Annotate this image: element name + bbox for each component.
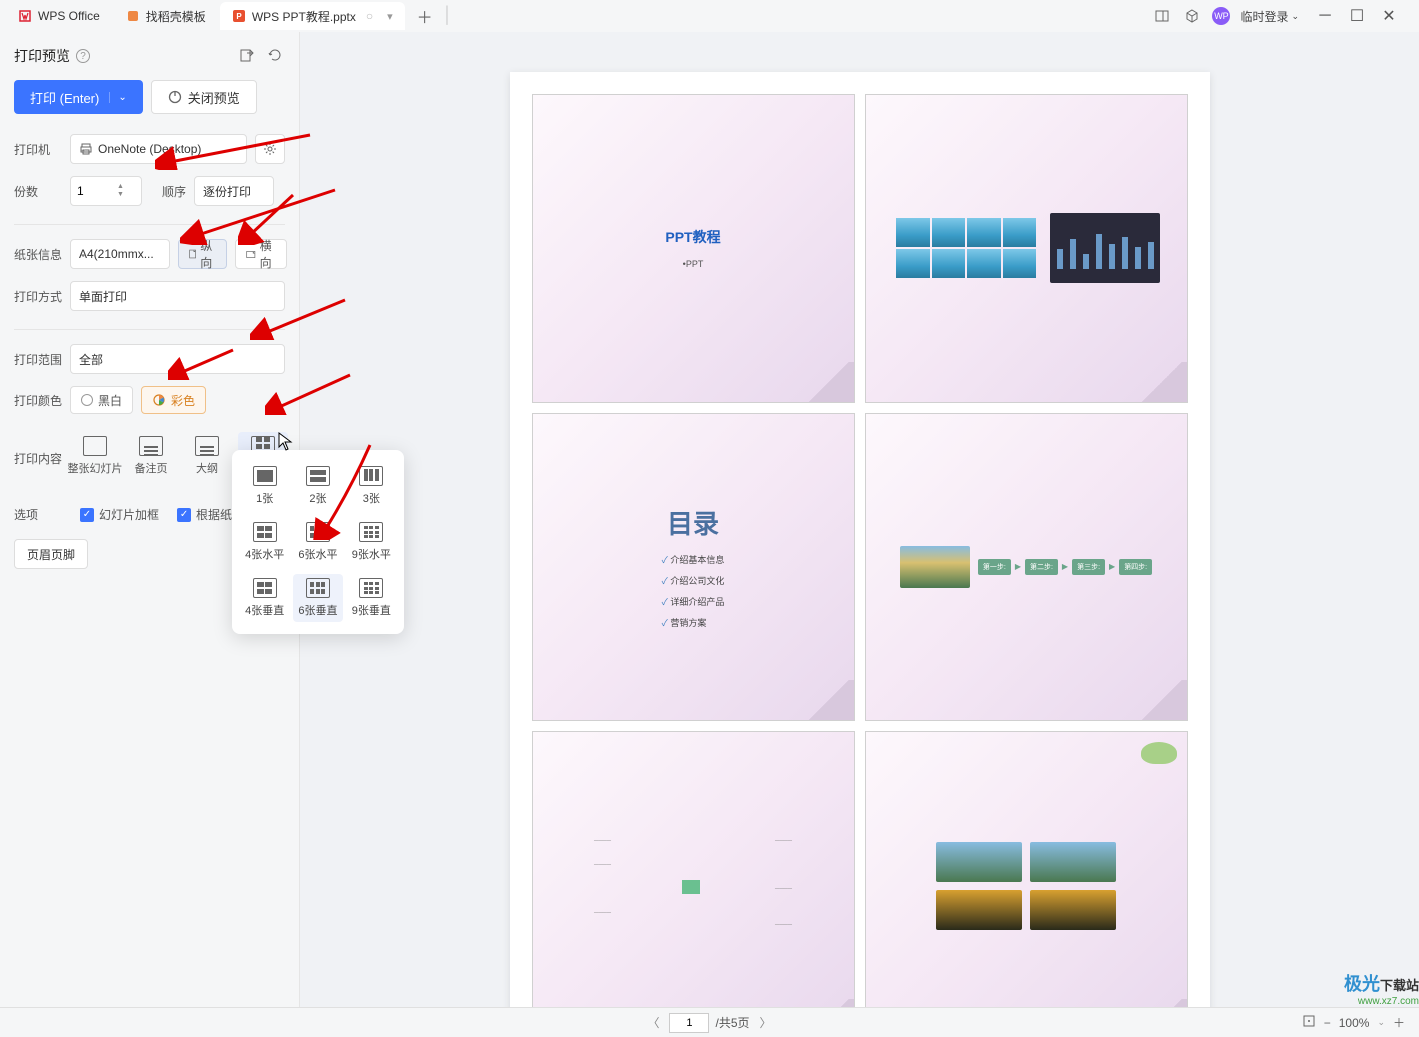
tab-bar: WPS Office 找稻壳模板 P WPS PPT教程.pptx ○ ▾ ＋ … bbox=[0, 0, 1419, 32]
content-outline[interactable]: 大纲 bbox=[182, 432, 232, 480]
layout-2[interactable]: 2张 bbox=[293, 462, 342, 510]
layout-9v[interactable]: 9张垂直 bbox=[347, 574, 396, 622]
slide-thumb: 第一步:▶第二步:▶第三步:▶第四步: bbox=[865, 413, 1188, 722]
copies-label: 份数 bbox=[14, 183, 62, 200]
layout-9h[interactable]: 9张水平 bbox=[347, 518, 396, 566]
tab-dirty-icon: ○ bbox=[366, 9, 373, 23]
refresh-icon[interactable] bbox=[267, 47, 285, 65]
layout-popup: 1张 2张 3张 4张水平 6张水平 9张水平 4张垂直 6张垂直 9张垂直 bbox=[232, 450, 404, 634]
layout-6h[interactable]: 6张水平 bbox=[293, 518, 342, 566]
range-label: 打印范围 bbox=[14, 351, 62, 368]
printer-select[interactable]: OneNote (Desktop)⌄ bbox=[70, 134, 247, 164]
slide-thumb: 目录 介绍基本信息介绍公司文化详细介绍产品营销方案 bbox=[532, 413, 855, 722]
order-label: 顺序 bbox=[162, 183, 186, 200]
spin-up-icon[interactable]: ▲ bbox=[117, 183, 124, 191]
layout-6v[interactable]: 6张垂直 bbox=[293, 574, 342, 622]
content-full-slide[interactable]: 整张幻灯片 bbox=[70, 432, 120, 480]
printer-label: 打印机 bbox=[14, 141, 62, 158]
export-icon[interactable] bbox=[239, 47, 257, 65]
print-button[interactable]: 打印 (Enter)⌄ bbox=[14, 80, 143, 114]
sidebar-title: 打印预览 bbox=[14, 46, 70, 66]
layout-4h[interactable]: 4张水平 bbox=[240, 518, 289, 566]
avatar[interactable]: WP bbox=[1212, 7, 1230, 25]
bw-radio[interactable]: 黑白 bbox=[70, 386, 133, 414]
close-button[interactable]: ✕ bbox=[1373, 4, 1405, 28]
tab-wps-home[interactable]: WPS Office bbox=[6, 2, 112, 30]
spin-down-icon[interactable]: ▼ bbox=[117, 191, 124, 199]
content-notes[interactable]: 备注页 bbox=[126, 432, 176, 480]
watermark: 极光极光下载站下载站 www.xz7.com bbox=[1344, 970, 1419, 1007]
tab-label: WPS Office bbox=[38, 9, 100, 23]
tab-template[interactable]: 找稻壳模板 bbox=[114, 2, 218, 30]
ppt-icon: P bbox=[232, 9, 246, 23]
close-preview-button[interactable]: 关闭预览 bbox=[151, 80, 257, 114]
preview-area: PPT教程 •PPT 目录 介绍基本信息介绍公司文化详细介绍产品营销方案 第一步… bbox=[300, 32, 1419, 1007]
mode-label: 打印方式 bbox=[14, 288, 62, 305]
svg-text:P: P bbox=[236, 12, 242, 21]
landscape-icon bbox=[246, 249, 256, 260]
maximize-button[interactable]: ☐ bbox=[1341, 4, 1373, 28]
close-icon[interactable]: ▾ bbox=[387, 10, 393, 23]
color-wheel-icon bbox=[152, 393, 166, 407]
color-radio[interactable]: 彩色 bbox=[141, 386, 206, 414]
order-select[interactable]: 逐份打印⌄ bbox=[194, 176, 274, 206]
printer-icon bbox=[79, 142, 93, 156]
range-select[interactable]: 全部⌄ bbox=[70, 344, 285, 374]
template-icon bbox=[126, 9, 140, 23]
zoom-in-button[interactable]: ＋ bbox=[1393, 1014, 1405, 1031]
panel-icon[interactable] bbox=[1152, 6, 1172, 26]
frame-checkbox[interactable]: ✓幻灯片加框 bbox=[80, 506, 159, 523]
header-footer-button[interactable]: 页眉页脚 bbox=[14, 539, 88, 569]
portrait-icon bbox=[189, 247, 196, 261]
portrait-button[interactable]: 纵向 bbox=[178, 239, 227, 269]
color-label: 打印颜色 bbox=[14, 392, 62, 409]
page-next-button[interactable]: 〉 bbox=[756, 1014, 776, 1031]
new-tab-button[interactable]: ＋ bbox=[413, 4, 437, 28]
printer-settings-button[interactable] bbox=[255, 134, 285, 164]
layout-1[interactable]: 1张 bbox=[240, 462, 289, 510]
print-sheet: PPT教程 •PPT 目录 介绍基本信息介绍公司文化详细介绍产品营销方案 第一步… bbox=[510, 72, 1210, 1007]
zoom-out-button[interactable]: − bbox=[1324, 1016, 1331, 1030]
paper-select[interactable]: A4(210mmx...⌄ bbox=[70, 239, 170, 269]
tab-divider-icon: │ bbox=[443, 7, 453, 25]
slide-thumb: PPT教程 •PPT bbox=[532, 94, 855, 403]
fit-screen-icon[interactable] bbox=[1302, 1014, 1316, 1031]
mode-select[interactable]: 单面打印⌄ bbox=[70, 281, 285, 311]
tab-file[interactable]: P WPS PPT教程.pptx ○ ▾ bbox=[220, 2, 405, 30]
options-label: 选项 bbox=[14, 506, 62, 523]
landscape-button[interactable]: 横向 bbox=[235, 239, 287, 269]
layout-4v[interactable]: 4张垂直 bbox=[240, 574, 289, 622]
content-label: 打印内容 bbox=[14, 432, 62, 467]
layout-3[interactable]: 3张 bbox=[347, 462, 396, 510]
paper-label: 纸张信息 bbox=[14, 246, 62, 263]
chevron-down-icon[interactable]: ⌄ bbox=[109, 92, 126, 103]
slide-thumb bbox=[865, 94, 1188, 403]
cube-icon[interactable] bbox=[1182, 6, 1202, 26]
copies-input[interactable]: ▲▼ bbox=[70, 176, 142, 206]
page-total: /共5页 bbox=[715, 1014, 749, 1031]
gear-icon bbox=[263, 142, 277, 156]
tab-label: 找稻壳模板 bbox=[146, 8, 206, 25]
wps-icon bbox=[18, 9, 32, 23]
status-bar: 〈 /共5页 〉 − 100% ⌄ ＋ bbox=[0, 1007, 1419, 1037]
page-prev-button[interactable]: 〈 bbox=[643, 1014, 663, 1031]
slide-thumb: ──────────────────────── bbox=[532, 731, 855, 1007]
slide-thumb bbox=[865, 731, 1188, 1007]
tab-label: WPS PPT教程.pptx bbox=[252, 8, 356, 25]
login-button[interactable]: 临时登录⌄ bbox=[1240, 8, 1299, 25]
minimize-button[interactable]: ─ bbox=[1309, 4, 1341, 28]
help-icon[interactable]: ? bbox=[76, 49, 90, 63]
page-input[interactable] bbox=[669, 1013, 709, 1033]
zoom-level: 100% bbox=[1339, 1016, 1370, 1030]
